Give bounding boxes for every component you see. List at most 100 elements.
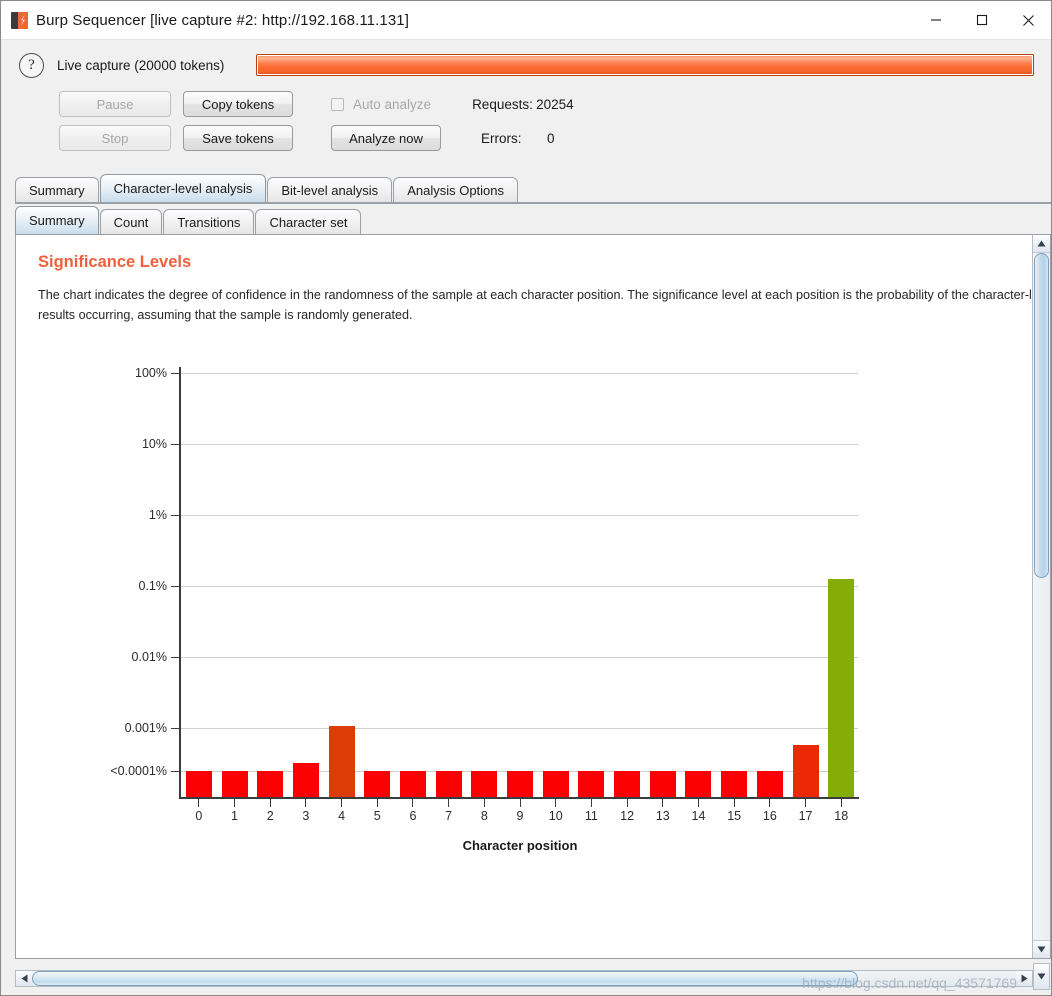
capture-controls: ? Live capture (20000 tokens) Pause Copy…: [1, 40, 1051, 161]
horizontal-scroll-track[interactable]: [32, 970, 1016, 986]
x-axis-label: 0: [195, 809, 203, 823]
chart-bar: [435, 771, 462, 797]
capture-progress-fill: [258, 56, 1033, 74]
tab-bit-level-analysis[interactable]: Bit-level analysis: [267, 177, 393, 202]
x-axis-label: 17: [798, 809, 813, 823]
scroll-right-button[interactable]: [1016, 970, 1032, 986]
vertical-scrollbar[interactable]: [1032, 235, 1050, 958]
vertical-scroll-track[interactable]: [1033, 253, 1050, 940]
x-tick-cell: [467, 799, 503, 807]
y-axis-tick: [171, 586, 179, 587]
x-axis-tick: [519, 799, 521, 807]
requests-stat: Requests: 20254: [472, 97, 574, 112]
secondary-tabstrip: Summary Count Transitions Character set: [15, 206, 1051, 234]
x-axis-label: 13: [655, 809, 670, 823]
x-axis-title: Character position: [462, 838, 578, 853]
chart-bar: [685, 771, 712, 797]
requests-label: Requests:: [472, 96, 533, 112]
save-tokens-button[interactable]: Save tokens: [183, 125, 293, 151]
x-axis-tick: [626, 799, 628, 807]
x-tick-cell: [359, 799, 395, 807]
subtab-transitions[interactable]: Transitions: [163, 209, 255, 234]
tab-label: Transitions: [177, 214, 241, 230]
x-axis-tick: [412, 799, 414, 807]
x-axis-tick: [198, 799, 200, 807]
bar-cell: [252, 367, 288, 797]
significance-levels-view: Significance Levels The chart indicates …: [16, 235, 1032, 958]
pause-button[interactable]: Pause: [59, 91, 171, 117]
x-axis-tick: [840, 799, 842, 807]
bar-cell: [467, 367, 503, 797]
vertical-scroll-thumb[interactable]: [1034, 253, 1049, 578]
chart-bar: [578, 771, 605, 797]
x-tick-cell: [574, 799, 610, 807]
auto-analyze-control[interactable]: Auto analyze: [331, 97, 431, 112]
secondary-tabs-container: Summary Count Transitions Character set: [1, 206, 1051, 234]
horizontal-scrollbar[interactable]: [15, 969, 1033, 987]
copy-tokens-button[interactable]: Copy tokens: [183, 91, 293, 117]
bar-cell: [395, 367, 431, 797]
capture-button-row-1: Pause Copy tokens Auto analyze Requests:…: [1, 87, 1051, 121]
stop-button[interactable]: Stop: [59, 125, 171, 151]
bar-cell: [502, 367, 538, 797]
help-icon[interactable]: ?: [19, 52, 44, 78]
y-axis-labels: 100% 10% 1% 0.1% 0.01% 0.001% <0.0001%: [38, 366, 167, 798]
x-axis-label: 10: [548, 809, 563, 823]
horizontal-scrollbar-area: https://blog.csdn.net/qq_43571769: [1, 959, 1051, 995]
x-tick-cell: [324, 799, 360, 807]
horizontal-scroll-thumb[interactable]: [32, 970, 858, 986]
primary-tab-separator: [15, 202, 1051, 204]
auto-analyze-checkbox[interactable]: [331, 97, 344, 111]
x-tick-cell: [681, 799, 717, 807]
x-axis-tick: [697, 799, 699, 807]
analyze-now-button[interactable]: Analyze now: [331, 125, 441, 151]
y-axis-tick: [171, 444, 179, 445]
tab-analysis-options[interactable]: Analysis Options: [393, 177, 519, 202]
bar-cell: [752, 367, 788, 797]
requests-value: 20254: [536, 96, 574, 112]
scroll-left-button[interactable]: [16, 970, 32, 986]
tab-summary[interactable]: Summary: [15, 177, 99, 202]
subtab-character-set[interactable]: Character set: [255, 209, 362, 234]
y-axis-tick: [171, 771, 179, 772]
y-axis-label: 100%: [135, 366, 167, 380]
maximize-button[interactable]: [959, 1, 1005, 40]
y-axis-tick: [171, 657, 179, 658]
minimize-button[interactable]: [913, 1, 959, 40]
scroll-corner-button[interactable]: [1033, 963, 1050, 990]
scroll-up-button[interactable]: [1033, 235, 1050, 253]
x-axis-tick: [234, 799, 236, 807]
chart-bar: [364, 771, 391, 797]
scroll-down-button[interactable]: [1033, 940, 1050, 958]
x-axis-tick: [483, 799, 485, 807]
live-capture-label: Live capture (20000 tokens): [57, 57, 225, 73]
capture-progress-bar: [256, 54, 1035, 76]
tab-label: Summary: [29, 182, 85, 198]
x-tick-cell: [752, 799, 788, 807]
primary-tabstrip: Summary Character-level analysis Bit-level…: [15, 174, 1051, 202]
chart-bar: [292, 763, 319, 797]
close-button[interactable]: [1005, 1, 1051, 40]
tab-label: Character set: [269, 214, 348, 230]
subtab-count[interactable]: Count: [99, 209, 163, 234]
description-text: The chart indicates the degree of confid…: [38, 288, 1032, 322]
x-axis-tick: [341, 799, 343, 807]
tab-character-level-analysis[interactable]: Character-level analysis: [99, 174, 267, 202]
y-axis-tick: [171, 373, 179, 374]
bar-cell: [609, 367, 645, 797]
x-axis-label: 4: [338, 809, 346, 823]
x-tick-cell: [716, 799, 752, 807]
subtab-summary[interactable]: Summary: [15, 206, 99, 234]
errors-stat: Errors: 0: [481, 131, 555, 146]
errors-value: 0: [547, 130, 555, 146]
y-axis-label: 0.01%: [131, 650, 167, 664]
x-axis-tick: [662, 799, 664, 807]
title-bar: Burp Sequencer [live capture #2: http://…: [1, 1, 1051, 40]
y-axis-tick: [171, 515, 179, 516]
x-axis-label: 6: [409, 809, 417, 823]
x-tick-cell: [645, 799, 681, 807]
burp-sequencer-window: Burp Sequencer [live capture #2: http://…: [0, 0, 1052, 996]
x-axis-ticks: [181, 799, 859, 807]
x-axis-tick: [305, 799, 307, 807]
page-title: Significance Levels: [38, 253, 192, 271]
